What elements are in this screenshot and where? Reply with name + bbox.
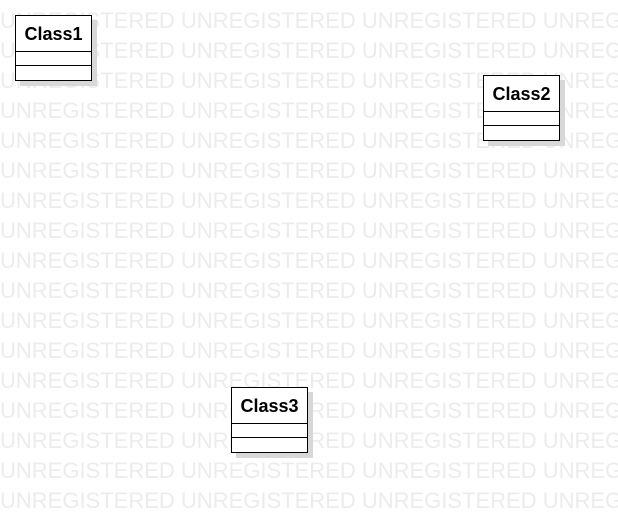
attributes-compartment[interactable] xyxy=(484,112,559,126)
watermark-line: UNREGISTERED UNREGISTERED UNREGISTERED U… xyxy=(0,38,618,63)
diagram-canvas: UNREGISTERED UNREGISTERED UNREGISTERED U… xyxy=(0,0,618,513)
class-box-class3[interactable]: Class3 xyxy=(231,387,308,453)
watermark-line: UNREGISTERED UNREGISTERED UNREGISTERED U… xyxy=(0,218,618,243)
watermark-line: UNREGISTERED UNREGISTERED UNREGISTERED U… xyxy=(0,248,618,273)
watermark-line: UNREGISTERED UNREGISTERED UNREGISTERED U… xyxy=(0,458,618,483)
watermark-line: UNREGISTERED UNREGISTERED UNREGISTERED U… xyxy=(0,428,618,453)
watermark-line: UNREGISTERED UNREGISTERED UNREGISTERED U… xyxy=(0,308,618,333)
watermark-line: UNREGISTERED UNREGISTERED UNREGISTERED U… xyxy=(0,338,618,363)
class-box-class2[interactable]: Class2 xyxy=(483,75,560,141)
attributes-compartment[interactable] xyxy=(16,52,91,66)
watermark-line: UNREGISTERED UNREGISTERED UNREGISTERED U… xyxy=(0,188,618,213)
attributes-compartment[interactable] xyxy=(232,424,307,438)
class-name: Class1 xyxy=(16,16,91,52)
operations-compartment[interactable] xyxy=(484,126,559,140)
operations-compartment[interactable] xyxy=(232,438,307,452)
watermark-line: UNREGISTERED UNREGISTERED UNREGISTERED U… xyxy=(0,8,618,33)
class-name: Class3 xyxy=(232,388,307,424)
watermark-line: UNREGISTERED UNREGISTERED UNREGISTERED U… xyxy=(0,158,618,183)
watermark-line: UNREGISTERED UNREGISTERED UNREGISTERED U… xyxy=(0,368,618,393)
watermark-line: UNREGISTERED UNREGISTERED UNREGISTERED U… xyxy=(0,278,618,303)
class-box-class1[interactable]: Class1 xyxy=(15,15,92,81)
watermark-line: UNREGISTERED UNREGISTERED UNREGISTERED U… xyxy=(0,398,618,423)
class-name: Class2 xyxy=(484,76,559,112)
operations-compartment[interactable] xyxy=(16,66,91,80)
watermark-line: UNREGISTERED UNREGISTERED UNREGISTERED U… xyxy=(0,488,618,513)
